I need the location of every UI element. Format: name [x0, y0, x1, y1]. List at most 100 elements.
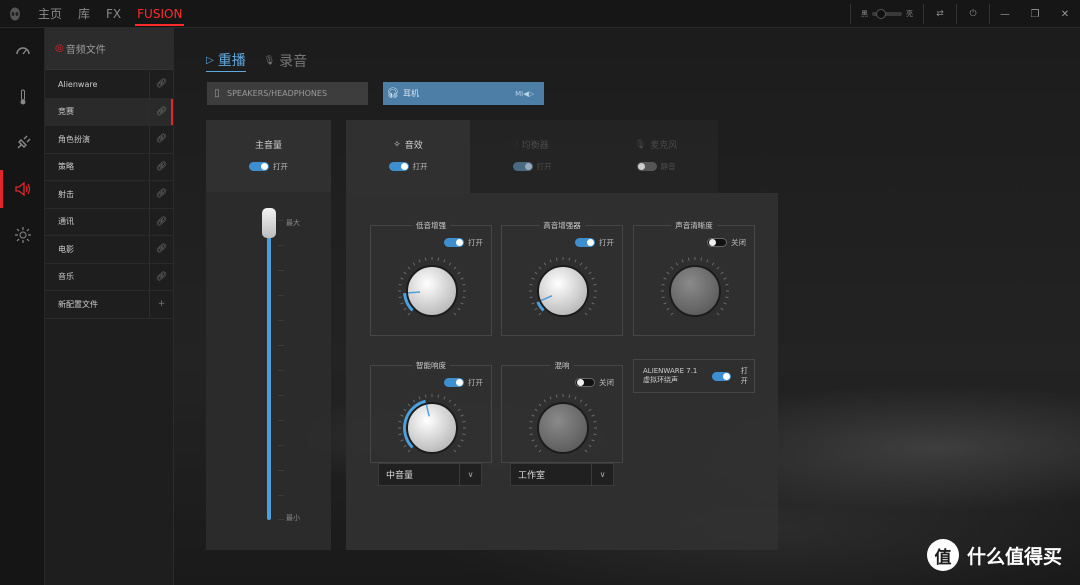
minimize-button[interactable]: — — [990, 0, 1020, 28]
profile-shooter[interactable]: 射击 🔗︎ — [45, 180, 173, 209]
master-volume-toggle[interactable] — [249, 162, 269, 171]
bass-boost-toggle[interactable] — [444, 238, 464, 247]
knob-tick — [443, 396, 446, 400]
smart-volume-knob[interactable] — [397, 393, 467, 463]
nav-fusion[interactable]: FUSION — [129, 0, 190, 28]
knob-tick — [448, 399, 452, 403]
tab-record[interactable]: 🎙︎ 录音 — [264, 51, 307, 71]
knob-tick — [716, 266, 720, 270]
profile-communication[interactable]: 通讯 🔗︎ — [45, 208, 173, 236]
gauge-icon — [15, 47, 30, 55]
tab-equalizer[interactable]: ⫶ 均衡器 打开 — [470, 120, 594, 194]
link-icon[interactable]: 🔗︎ — [149, 235, 173, 263]
knob-tick — [584, 403, 588, 407]
voice-clarity-toggle[interactable] — [707, 238, 727, 247]
volume-track[interactable] — [267, 220, 271, 520]
knob-tick — [584, 312, 588, 316]
knob-tick — [555, 257, 558, 261]
treble-boost-box: 高音增强器 打开 — [501, 220, 623, 336]
equalizer-toggle[interactable] — [512, 162, 533, 171]
add-icon[interactable]: + — [149, 290, 173, 318]
knob-tick — [543, 399, 547, 403]
bass-boost-knob[interactable] — [397, 256, 467, 326]
knob-dial[interactable] — [537, 402, 589, 454]
rail-audio[interactable] — [0, 166, 45, 212]
knob-tick — [453, 266, 457, 270]
reverb-toggle[interactable] — [575, 378, 595, 387]
reverb-preset-select[interactable]: 工作室 ∨ — [510, 463, 614, 486]
smart-volume-preset-select[interactable]: 中音量 ∨ — [378, 463, 482, 486]
smart-volume-toggle[interactable] — [444, 378, 464, 387]
link-icon[interactable]: 🔗︎ — [149, 208, 173, 236]
treble-boost-knob[interactable] — [528, 256, 598, 326]
profile-new[interactable]: 新配置文件 + — [45, 290, 173, 319]
microphone-toggle[interactable] — [636, 162, 657, 171]
power-icon[interactable]: ⏻ — [957, 0, 989, 28]
knob-tick — [534, 307, 538, 311]
knob-tick — [457, 307, 461, 311]
knob-tick — [579, 262, 583, 266]
link-icon[interactable]: 🔗︎ — [149, 125, 173, 153]
knob-tick — [574, 259, 577, 263]
knob-tick — [568, 394, 571, 398]
brightness-knob[interactable] — [876, 9, 886, 19]
rail-power[interactable] — [0, 120, 45, 166]
left-rail — [0, 28, 45, 585]
close-button[interactable]: ✕ — [1050, 0, 1080, 28]
voice-clarity-knob[interactable] — [660, 256, 730, 326]
nav-library[interactable]: 库 — [70, 0, 98, 28]
profile-music[interactable]: 音乐 🔗︎ — [45, 263, 173, 291]
knob-tick — [538, 449, 542, 453]
virtual-surround-toggle[interactable] — [711, 371, 731, 381]
link-icon[interactable]: 🔗︎ — [149, 263, 173, 291]
nav-fx[interactable]: FX — [98, 0, 129, 28]
treble-boost-title: 高音增强器 — [539, 220, 585, 231]
link-icon[interactable]: 🔗︎ — [149, 180, 173, 208]
profile-movie[interactable]: 电影 🔗︎ — [45, 235, 173, 264]
tab-microphone-label: 麦克风 — [650, 141, 678, 151]
link-icon[interactable]: 🔗︎ — [149, 98, 173, 126]
brand-name: 什么值得买 — [966, 545, 1062, 568]
rail-performance[interactable] — [0, 28, 45, 74]
volume-tick — [278, 519, 284, 520]
sound-effects-toggle[interactable] — [388, 162, 409, 171]
knob-dial[interactable] — [537, 265, 589, 317]
headphones-icon: 🎧︎ — [386, 88, 400, 99]
restore-button[interactable]: ❐ — [1020, 0, 1050, 28]
rail-lighting[interactable] — [0, 212, 45, 258]
knob-tick — [403, 307, 407, 311]
knob-dial[interactable] — [406, 402, 458, 454]
voice-clarity-title: 声音清晰度 — [671, 220, 717, 231]
effects-panel: ✧ 音效 打开 ⫶ 均衡器 打开 🎙︎ 麦克风 静音 低音增强 打开 高音增强器 打开 — [346, 120, 778, 550]
knob-dial[interactable] — [669, 265, 721, 317]
device-headphones-label: 耳机 — [403, 89, 419, 98]
volume-thumb[interactable] — [262, 208, 276, 238]
profile-rpg[interactable]: 角色扮演 🔗︎ — [45, 125, 173, 154]
tab-sound-effects[interactable]: ✧ 音效 打开 — [346, 120, 470, 194]
tab-microphone[interactable]: 🎙︎ 麦克风 静音 — [594, 120, 718, 194]
knob-tick — [529, 296, 533, 299]
link-icon[interactable]: 🔗︎ — [149, 70, 173, 98]
volume-tick — [278, 495, 284, 496]
tab-playback[interactable]: ▷ 重播 — [206, 50, 246, 72]
rail-thermal[interactable] — [0, 74, 45, 120]
nav-home[interactable]: 主页 — [30, 0, 70, 28]
master-volume-slider[interactable] — [262, 208, 284, 520]
volume-tick — [278, 345, 284, 346]
profile-alienware[interactable]: Alienware 🔗︎ — [45, 70, 173, 99]
virtual-surround-box: ALIENWARE 7.1 虚拟环绕声 打开 — [633, 359, 755, 393]
profile-strategy[interactable]: 策略 🔗︎ — [45, 153, 173, 181]
knob-tick — [574, 396, 577, 400]
reverb-knob[interactable] — [528, 393, 598, 463]
brightness-slider[interactable] — [872, 9, 902, 19]
link-icon[interactable]: 🔗︎ — [149, 153, 173, 181]
transfer-icon[interactable]: ⇄ — [924, 0, 956, 28]
knob-tick — [534, 271, 538, 275]
knob-dial[interactable] — [406, 265, 458, 317]
treble-boost-toggle[interactable] — [575, 238, 595, 247]
device-speakers[interactable]: ▯ SPEAKERS/HEADPHONES — [207, 82, 368, 105]
device-headphones[interactable]: 🎧︎ 耳机 MI◀▷ — [383, 82, 544, 105]
profile-racing[interactable]: 竞赛 🔗︎ — [45, 98, 173, 126]
knob-tick — [538, 266, 542, 270]
knob-tick — [437, 257, 440, 261]
